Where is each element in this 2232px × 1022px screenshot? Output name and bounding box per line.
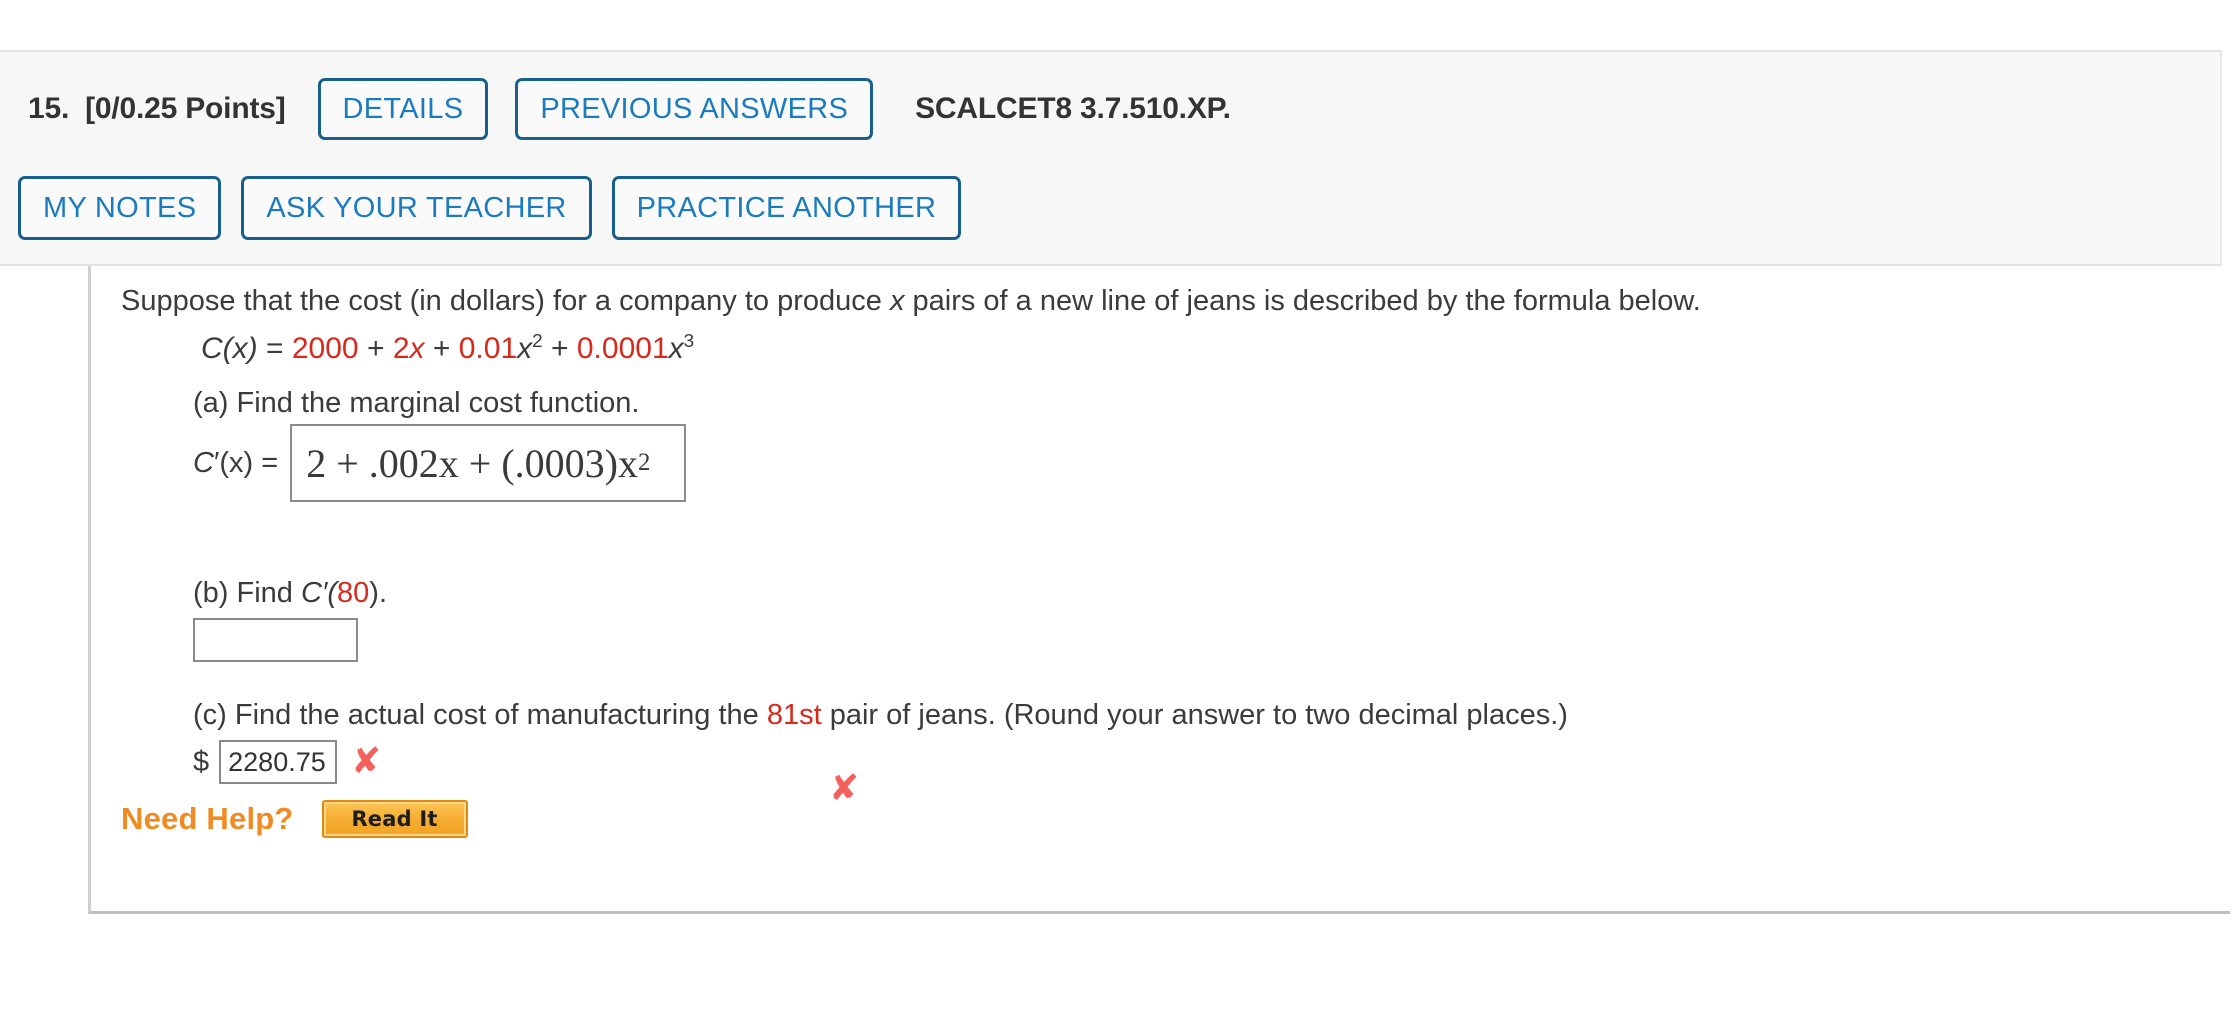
question-header-bar: 15. [0/0.25 Points] DETAILS PREVIOUS ANS… [0, 50, 2222, 266]
practice-another-button[interactable]: PRACTICE ANOTHER [611, 176, 962, 240]
read-it-label: Read It [351, 807, 438, 831]
need-help-label: Need Help? [121, 801, 294, 836]
need-help-row: Need Help? Read It [121, 800, 468, 838]
question-number: 15. [28, 92, 70, 125]
part-b-prompt-before: (b) Find [193, 577, 301, 609]
formula-plus-1: + [366, 332, 385, 365]
formula-constant: 2000 [291, 332, 359, 365]
ask-your-teacher-button[interactable]: ASK YOUR TEACHER [241, 176, 592, 240]
part-a-answer-row: C′(x) = 2 + .002x + (.0003)x 2 [193, 424, 687, 502]
problem-code: SCALCET8 3.7.510.XP. [915, 92, 1231, 125]
formula-cubic-exponent: 3 [683, 331, 695, 352]
part-b-value: 80 [337, 577, 370, 609]
header-row-secondary: MY NOTES ASK YOUR TEACHER PRACTICE ANOTH… [0, 170, 962, 246]
part-c-prompt: (c) Find the actual cost of manufacturin… [193, 696, 1568, 735]
points-indicator: [0/0.25 Points] [85, 92, 286, 125]
part-c-prompt-before: (c) Find the actual cost of manufacturin… [193, 699, 767, 731]
part-a-prompt: (a) Find the marginal cost function. [193, 387, 640, 419]
previous-answers-button[interactable]: PREVIOUS ANSWERS [515, 78, 874, 140]
my-notes-button[interactable]: MY NOTES [18, 176, 222, 240]
formula-cubic-coefficient: 0.0001 [576, 332, 669, 365]
formula-quadratic-exponent: 2 [532, 331, 543, 352]
x-mark-icon: ✘ [829, 768, 860, 809]
formula-linear-coefficient: 2 [392, 332, 410, 365]
currency-symbol: $ [193, 745, 210, 778]
part-b-prompt-after: ). [369, 577, 388, 609]
part-c-answer-input[interactable] [219, 740, 338, 784]
details-button[interactable]: DETAILS [317, 78, 489, 140]
part-a-answer-label: C′(x) = [193, 447, 278, 480]
cost-formula: C(x) = 2000 + 2x + 0.01x2 + 0.0001x3 [201, 332, 694, 366]
stem-variable: x [889, 285, 905, 317]
part-a-math-input[interactable]: 2 + .002x + (.0003)x 2 [290, 424, 687, 502]
part-c-value: 81st [766, 699, 822, 731]
formula-plus-2: + [432, 332, 451, 365]
part-a-label-prime: ′(x) = [213, 446, 279, 479]
formula-equals: = [266, 332, 284, 365]
formula-quadratic-coefficient: 0.01 [458, 332, 518, 365]
formula-lhs: C(x) [201, 332, 258, 365]
problem-statement: Suppose that the cost (in dollars) for a… [121, 282, 1701, 321]
formula-cubic-variable: x [668, 332, 684, 365]
x-mark-icon: ✘ [351, 741, 382, 782]
formula-quadratic-variable: x [517, 332, 533, 365]
part-b-function: C′( [300, 577, 338, 609]
header-row-primary: 15. [0/0.25 Points] DETAILS PREVIOUS ANS… [0, 70, 1231, 148]
read-it-button[interactable]: Read It [321, 800, 468, 838]
formula-plus-3: + [551, 332, 569, 365]
stem-text-before: Suppose that the cost (in dollars) for a… [121, 285, 890, 317]
part-b-prompt: (b) Find C′(80). [193, 574, 387, 613]
part-a-answer-text: 2 + .002x + (.0003)x [306, 440, 638, 486]
part-c-prompt-after: pair of jeans. (Round your answer to two… [821, 699, 1568, 731]
part-b-answer-input[interactable] [193, 618, 358, 662]
formula-linear-variable: x [409, 332, 425, 365]
question-content-panel: Suppose that the cost (in dollars) for a… [88, 266, 2230, 914]
stem-text-after: pairs of a new line of jeans is describe… [904, 285, 1701, 317]
part-c-answer-row: $ ✘ [193, 740, 381, 784]
part-a-label-c: C [193, 446, 214, 479]
